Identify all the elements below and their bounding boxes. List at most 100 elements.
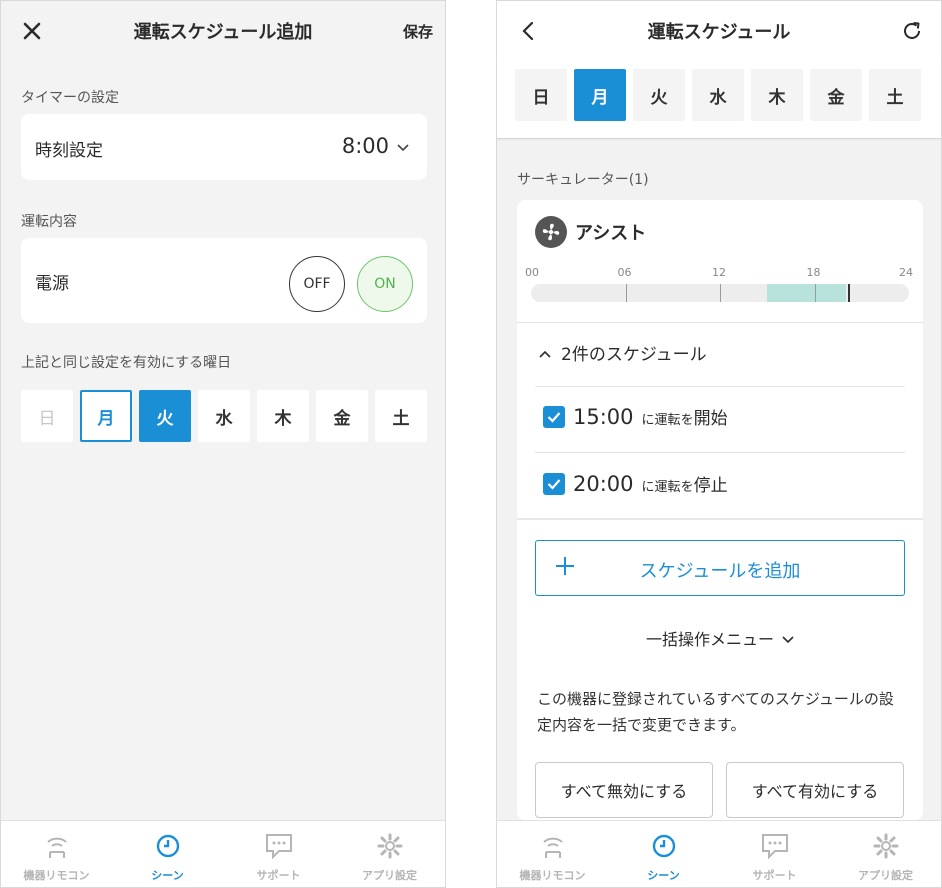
nav-item-1[interactable]: シーン xyxy=(608,821,719,887)
schedule-time: 20:00 xyxy=(573,471,634,496)
add-schedule-label: スケジュールを追加 xyxy=(639,561,801,582)
device-header: アシスト xyxy=(535,216,646,248)
nav-item-2[interactable]: サポート xyxy=(719,821,830,887)
timeline-active-segment xyxy=(767,284,846,302)
nav-label: サポート xyxy=(752,869,797,882)
schedule-mode: 運転 xyxy=(654,480,681,495)
time-value: 8:00 xyxy=(341,134,389,158)
schedule-action: 停止 xyxy=(693,476,728,496)
timeline-current-marker xyxy=(847,284,850,302)
time-select[interactable]: 8:00 xyxy=(342,134,409,158)
remote-icon xyxy=(538,831,568,861)
schedule-timeline: 00 06 12 18 24 xyxy=(525,266,913,306)
nav-label: アプリ設定 xyxy=(362,869,417,882)
divider xyxy=(517,322,923,323)
timeline-tick xyxy=(625,284,627,302)
schedule-mode: 運転 xyxy=(654,413,681,428)
schedule-connector: に xyxy=(641,480,655,495)
timer-section-label: タイマーの設定 xyxy=(21,90,119,106)
timeline-tick xyxy=(720,284,721,302)
timeline-tick-label: 24 xyxy=(899,266,913,279)
bottom-nav: 機器リモコン シーン サポート アプリ設定 xyxy=(497,820,941,887)
add-schedule-button[interactable]: スケジュールを追加 xyxy=(535,540,905,596)
nav-label: シーン xyxy=(151,869,184,882)
chevron-down-icon xyxy=(397,137,409,156)
power-off-button[interactable]: OFF xyxy=(289,256,345,312)
day-2[interactable]: 火 xyxy=(633,69,685,121)
schedule-time: 15:00 xyxy=(573,404,634,429)
add-schedule-screen: 運転スケジュール追加 保存 タイマーの設定 時刻設定 8:00 運転内容 電源 … xyxy=(0,0,446,888)
repeat-section-label: 上記と同じ設定を有効にする曜日 xyxy=(21,355,232,371)
power-card: 電源 OFF ON xyxy=(21,238,427,323)
device-name: アシスト xyxy=(575,223,647,244)
weekday-selector: 日月火水木金土 xyxy=(21,390,427,442)
bulk-operation-menu[interactable]: 一括操作メニュー xyxy=(517,626,923,650)
schedule-particle: を xyxy=(680,413,694,428)
divider xyxy=(517,518,923,520)
nav-item-1[interactable]: シーン xyxy=(112,821,223,887)
page-title: 運転スケジュール追加 xyxy=(133,22,313,43)
divider xyxy=(535,386,905,387)
timeline-tick-label: 18 xyxy=(806,266,821,279)
clock-icon xyxy=(649,831,679,861)
nav-item-0[interactable]: 機器リモコン xyxy=(1,821,112,887)
day-0[interactable]: 日 xyxy=(515,69,567,121)
header: 運転スケジュール xyxy=(497,1,941,61)
schedule-action: 開始 xyxy=(693,409,728,429)
schedule-list-screen: 運転スケジュール 日月火水木金土 サーキュレーター(1) アシスト 00 06 12… xyxy=(496,0,942,888)
day-4[interactable]: 木 xyxy=(257,390,309,442)
day-6[interactable]: 土 xyxy=(375,390,427,442)
bulk-menu-label: 一括操作メニュー xyxy=(645,630,774,649)
nav-label: 機器リモコン xyxy=(519,869,586,882)
disable-all-button[interactable]: すべて無効にする xyxy=(535,762,713,818)
nav-item-3[interactable]: アプリ設定 xyxy=(830,821,941,887)
day-5[interactable]: 金 xyxy=(810,69,862,121)
header: 運転スケジュール追加 保存 xyxy=(1,1,445,61)
enable-all-button[interactable]: すべて有効にする xyxy=(726,762,904,818)
day-3[interactable]: 水 xyxy=(692,69,744,121)
remote-icon xyxy=(42,831,72,861)
bulk-description: この機器に登録されているすべてのスケジュールの設定内容を一括で変更できます。 xyxy=(537,690,894,734)
chat-icon xyxy=(760,831,790,861)
day-5[interactable]: 金 xyxy=(316,390,368,442)
day-4[interactable]: 木 xyxy=(751,69,803,121)
fan-icon xyxy=(535,216,567,248)
schedule-connector: に xyxy=(641,413,655,428)
timeline-tick-label: 12 xyxy=(712,266,726,279)
nav-label: アプリ設定 xyxy=(858,869,913,882)
schedule-particle: を xyxy=(680,480,694,495)
day-tab-bar: 日月火水木金土 xyxy=(497,61,941,139)
timeline-bar xyxy=(531,284,909,302)
bottom-nav: 機器リモコン シーン サポート アプリ設定 xyxy=(1,820,445,887)
nav-label: 機器リモコン xyxy=(23,869,90,882)
day-2[interactable]: 火 xyxy=(139,390,191,442)
day-6[interactable]: 土 xyxy=(869,69,921,121)
timeline-tick xyxy=(814,284,816,302)
nav-item-3[interactable]: アプリ設定 xyxy=(334,821,445,887)
time-setting-label: 時刻設定 xyxy=(35,141,103,161)
power-on-button[interactable]: ON xyxy=(357,256,413,312)
nav-label: シーン xyxy=(647,869,680,882)
timeline-tick-label: 00 xyxy=(525,266,539,279)
device-group-label: サーキュレーター(1) xyxy=(517,172,649,188)
chevron-down-icon xyxy=(782,629,794,648)
gear-icon xyxy=(871,831,901,861)
day-3[interactable]: 水 xyxy=(198,390,250,442)
schedule-checkbox[interactable] xyxy=(543,472,565,495)
nav-item-0[interactable]: 機器リモコン xyxy=(497,821,608,887)
chevron-up-icon xyxy=(539,343,551,362)
time-setting-card[interactable]: 時刻設定 8:00 xyxy=(21,114,427,180)
schedule-item: 20:00 に運転を停止 xyxy=(543,471,728,496)
power-label: 電源 xyxy=(35,274,69,294)
nav-item-2[interactable]: サポート xyxy=(223,821,334,887)
refresh-icon[interactable] xyxy=(901,18,923,44)
day-0[interactable]: 日 xyxy=(21,390,73,442)
save-button[interactable]: 保存 xyxy=(403,18,433,44)
schedule-checkbox[interactable] xyxy=(543,405,565,428)
weekday-tabs: 日月火水木金土 xyxy=(515,69,921,121)
divider xyxy=(535,452,905,453)
schedule-count-label: 2件のスケジュール xyxy=(561,345,707,365)
day-1[interactable]: 月 xyxy=(574,69,626,121)
day-1[interactable]: 月 xyxy=(80,390,132,442)
schedule-collapse-toggle[interactable]: 2件のスケジュール xyxy=(539,340,707,365)
